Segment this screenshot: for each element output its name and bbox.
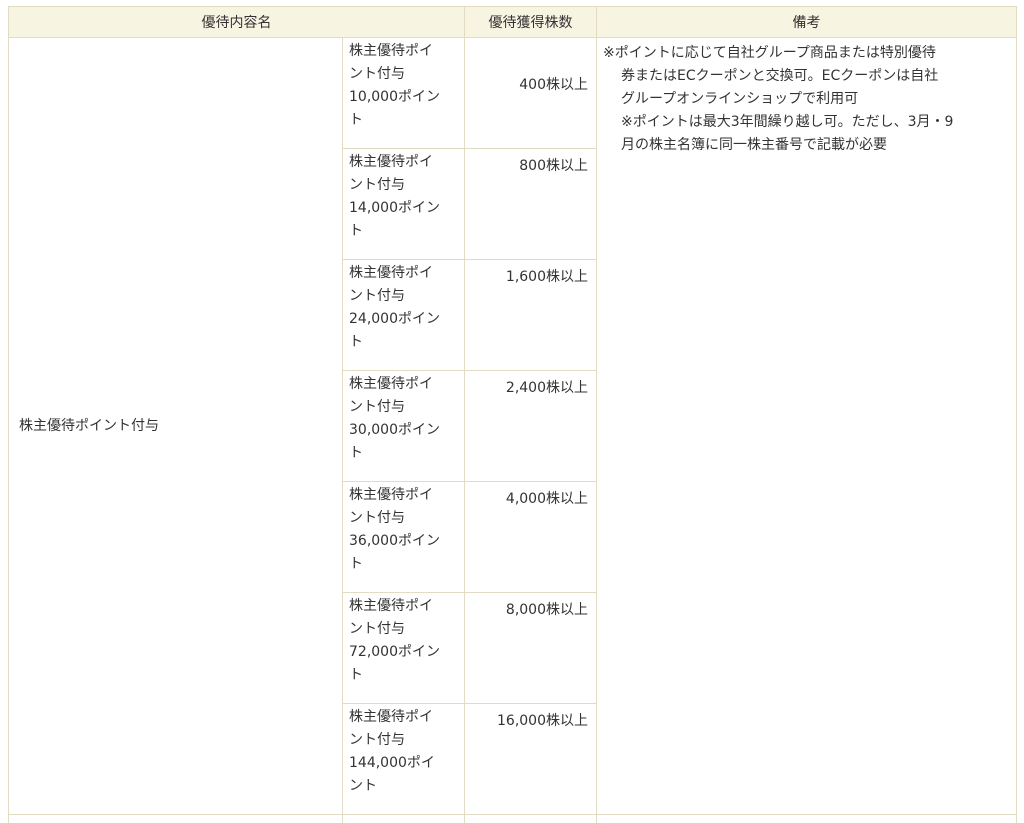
item-line: ント付与 — [349, 729, 460, 752]
note-line: 券またはECクーポンと交換可。ECクーポンは自社 — [603, 65, 1006, 88]
benefit-item-cell: 株主優待ポイ ント付与 72,000ポイン ト — [343, 593, 465, 704]
benefit-item-cell: 株主優待ポイ ント付与 14,000ポイン ト — [343, 149, 465, 260]
shares-cell: 16,000株以上 — [465, 704, 597, 815]
note-line: グループオンラインショップで利用可 — [603, 88, 1006, 111]
note-line: 月の株主名簿に同一株主番号で記載が必要 — [603, 134, 1006, 157]
empty-cell — [9, 815, 343, 823]
benefit-name-cell: 株主優待ポイント付与 — [9, 38, 343, 815]
note-line: ※ポイントに応じて自社グループ商品または特別優待 — [603, 42, 1006, 65]
header-shares: 優待獲得株数 — [465, 7, 597, 38]
item-line: ント付与 — [349, 63, 460, 86]
item-line: 株主優待ポイ — [349, 40, 460, 63]
benefit-item-cell: 株主優待ポイ ント付与 24,000ポイン ト — [343, 260, 465, 371]
item-line: 24,000ポイン — [349, 308, 460, 331]
item-line: ント付与 — [349, 396, 460, 419]
item-line: ト — [349, 553, 460, 576]
item-line: ト — [349, 442, 460, 465]
item-line: 10,000ポイン — [349, 86, 460, 109]
item-line: ント付与 — [349, 174, 460, 197]
header-benefit-name: 優待内容名 — [9, 7, 465, 38]
benefits-table-container: 優待内容名 優待獲得株数 備考 株主優待ポイント付与 株主優待ポイ ント付与 1… — [8, 6, 1016, 823]
item-line: 14,000ポイン — [349, 197, 460, 220]
table-row-partial — [9, 815, 1017, 823]
item-line: ト — [349, 331, 460, 354]
header-row: 優待内容名 優待獲得株数 備考 — [9, 7, 1017, 38]
item-line: 株主優待ポイ — [349, 373, 460, 396]
shares-cell: 400株以上 — [465, 38, 597, 149]
item-line: 株主優待ポイ — [349, 151, 460, 174]
item-line: 株主優待ポイ — [349, 484, 460, 507]
item-line: 30,000ポイン — [349, 419, 460, 442]
table-row: 株主優待ポイント付与 株主優待ポイ ント付与 10,000ポイン ト 400株以… — [9, 38, 1017, 149]
item-line: ント付与 — [349, 507, 460, 530]
item-line: 72,000ポイン — [349, 641, 460, 664]
item-line: ト — [349, 664, 460, 687]
item-line: 144,000ポイ — [349, 752, 460, 775]
note-line: ※ポイントは最大3年間繰り越し可。ただし、3月・9 — [603, 111, 1006, 134]
empty-cell — [465, 815, 597, 823]
empty-cell — [343, 815, 465, 823]
empty-cell — [597, 815, 1017, 823]
item-line: 株主優待ポイ — [349, 595, 460, 618]
benefit-item-cell: 株主優待ポイ ント付与 10,000ポイン ト — [343, 38, 465, 149]
benefit-item-cell: 株主優待ポイ ント付与 36,000ポイン ト — [343, 482, 465, 593]
header-note: 備考 — [597, 7, 1017, 38]
benefit-item-cell: 株主優待ポイ ント付与 144,000ポイ ント — [343, 704, 465, 815]
note-cell: ※ポイントに応じて自社グループ商品または特別優待 券またはECクーポンと交換可。… — [597, 38, 1017, 815]
item-line: ント付与 — [349, 285, 460, 308]
item-line: ント — [349, 775, 460, 798]
benefit-item-cell: 株主優待ポイ ント付与 30,000ポイン ト — [343, 371, 465, 482]
shares-cell: 8,000株以上 — [465, 593, 597, 704]
item-line: 36,000ポイン — [349, 530, 460, 553]
shares-cell: 2,400株以上 — [465, 371, 597, 482]
item-line: ト — [349, 109, 460, 132]
item-line: ト — [349, 220, 460, 243]
benefits-table: 優待内容名 優待獲得株数 備考 株主優待ポイント付与 株主優待ポイ ント付与 1… — [8, 6, 1017, 823]
shares-cell: 4,000株以上 — [465, 482, 597, 593]
item-line: ント付与 — [349, 618, 460, 641]
item-line: 株主優待ポイ — [349, 262, 460, 285]
shares-cell: 1,600株以上 — [465, 260, 597, 371]
item-line: 株主優待ポイ — [349, 706, 460, 729]
shares-cell: 800株以上 — [465, 149, 597, 260]
